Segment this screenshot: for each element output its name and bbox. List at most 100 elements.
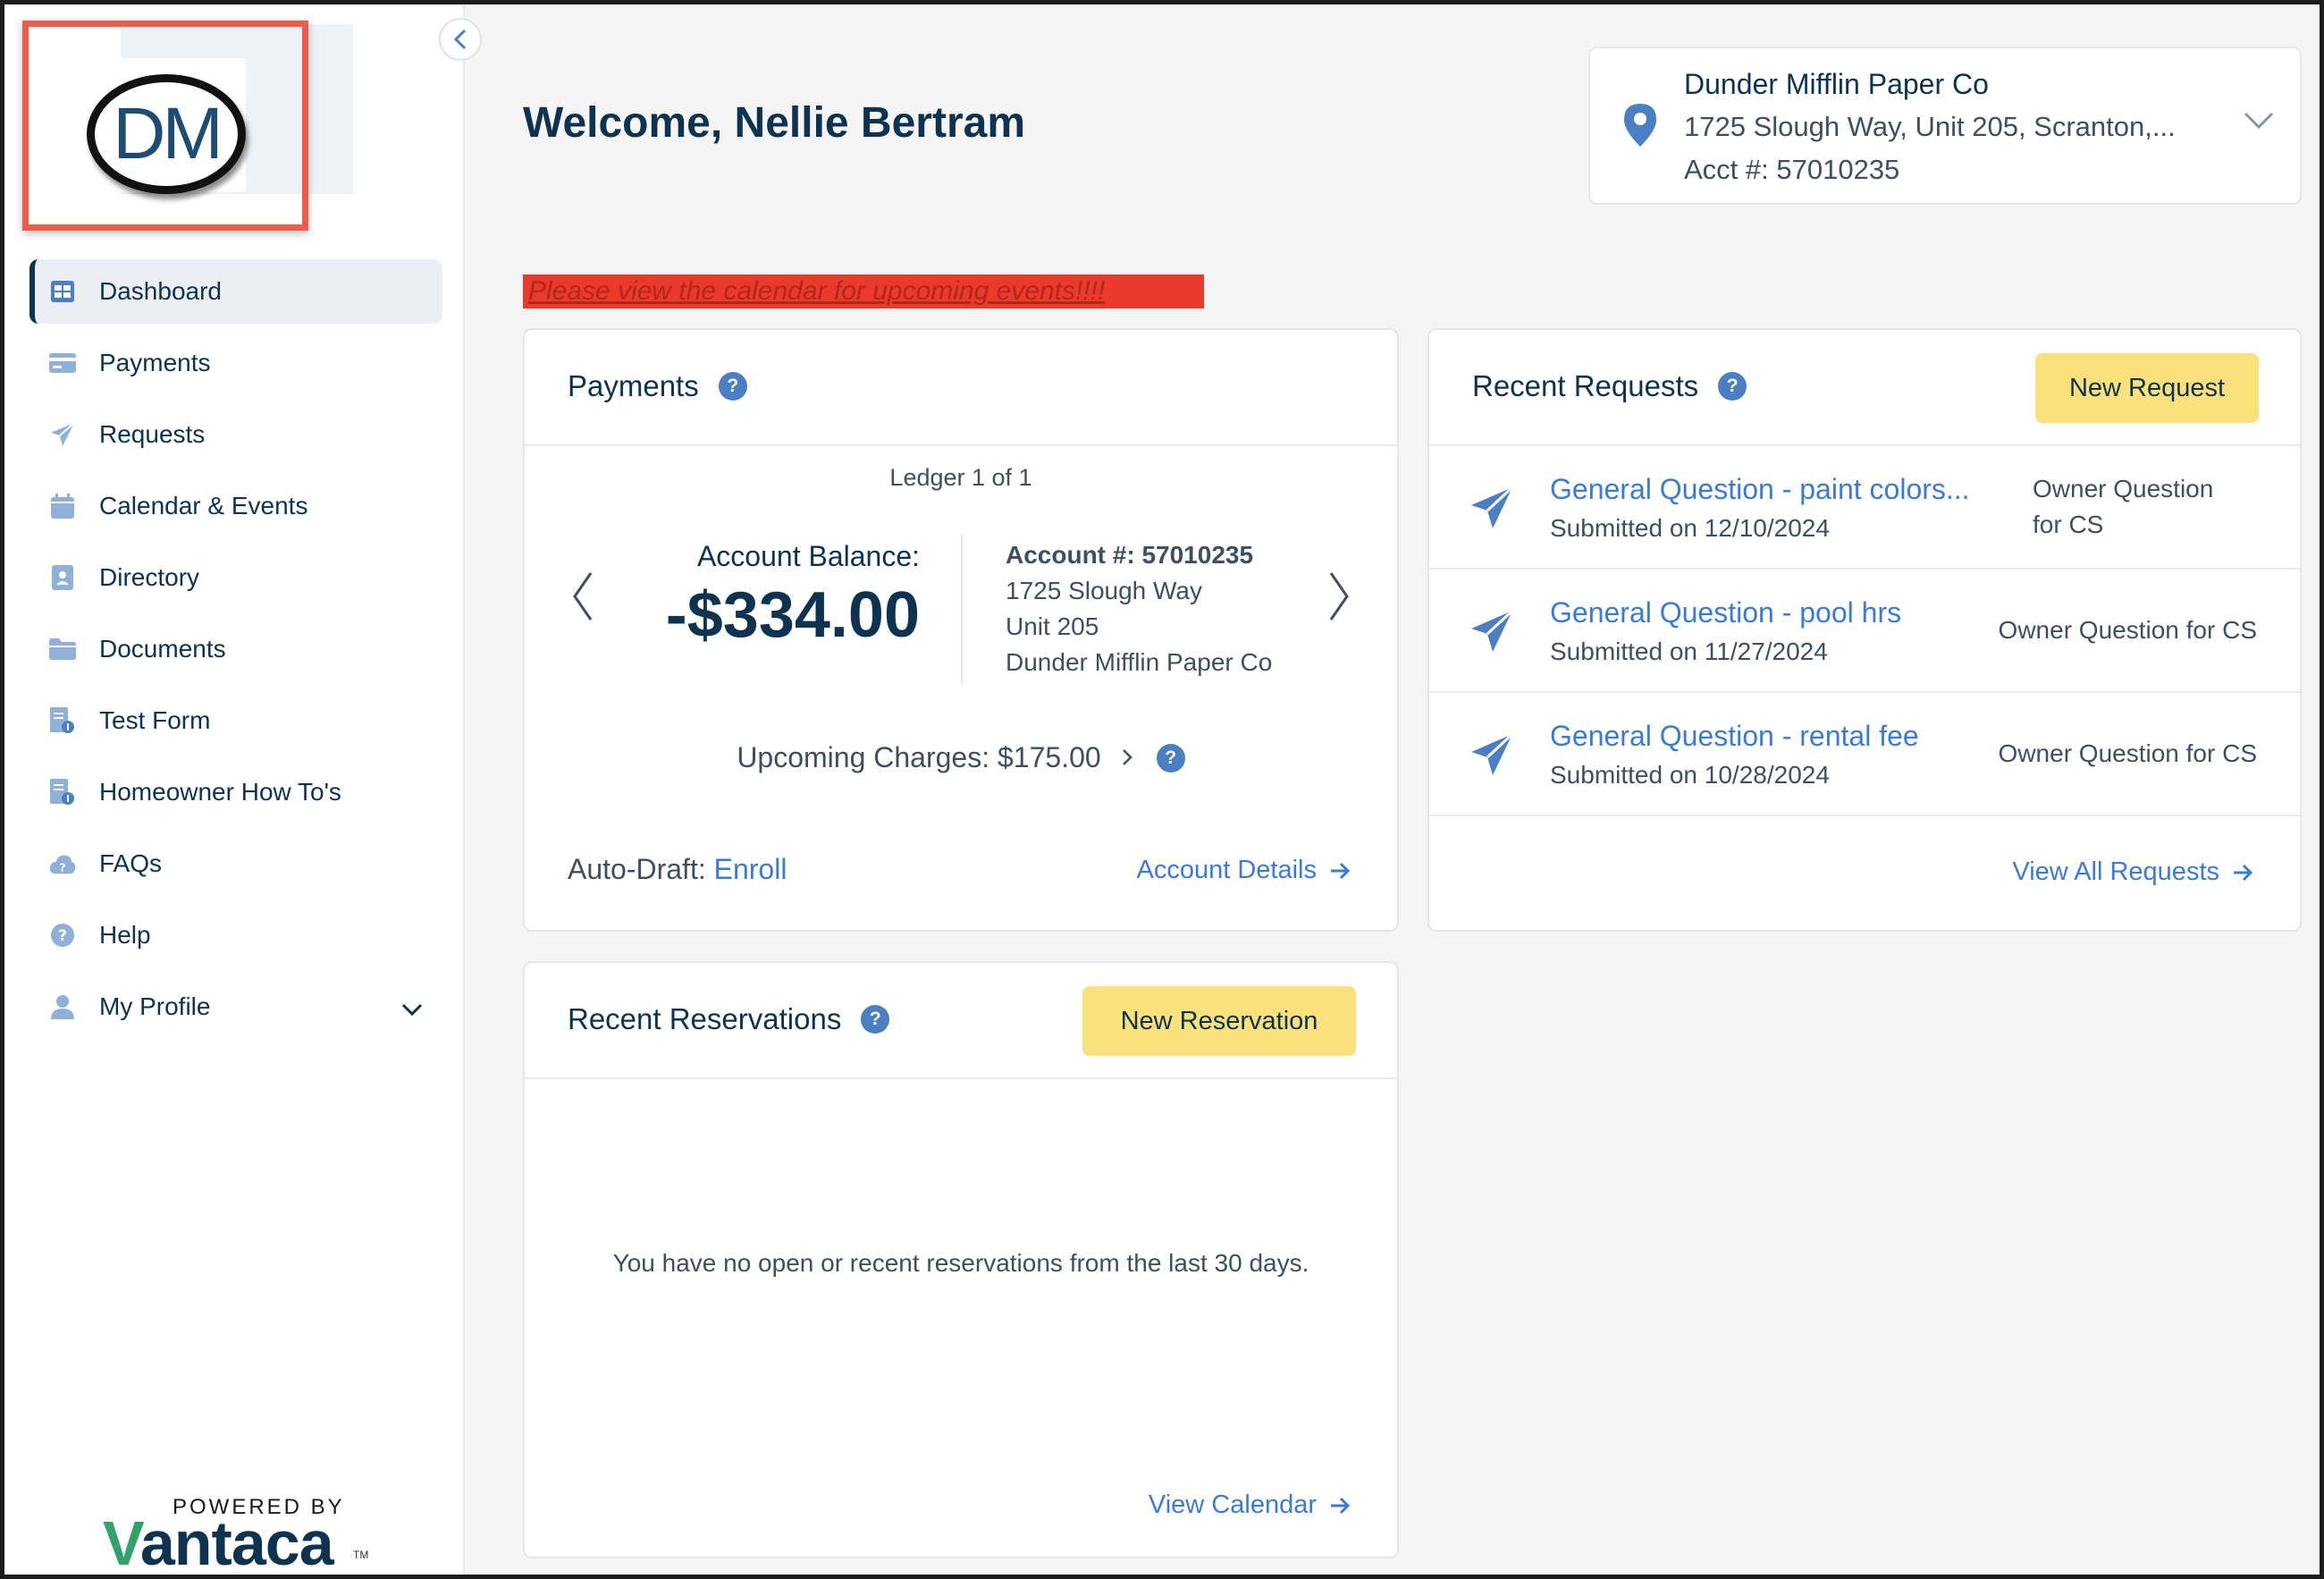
- auto-draft: Auto-Draft: Enroll: [568, 853, 787, 886]
- enroll-link[interactable]: Enroll: [714, 853, 787, 885]
- contact-card-icon: [49, 564, 76, 591]
- sidebar-item-label: Dashboard: [99, 277, 222, 305]
- account-address: 1725 Slough Way, Unit 205, Scranton,...: [1684, 111, 2176, 142]
- arrow-right-icon: [2234, 864, 2253, 881]
- sidebar-item-label: Help: [99, 921, 151, 949]
- account-info-owner: Dunder Mifflin Paper Co: [1006, 648, 1273, 676]
- account-info-number: Account #: 57010235: [1006, 541, 1254, 569]
- sidebar-item-calendar[interactable]: Calendar & Events: [29, 474, 442, 538]
- sidebar-item-label: Homeowner How To's: [99, 778, 341, 806]
- payments-card-header: Payments ?: [525, 330, 1397, 446]
- sidebar-item-label: Directory: [99, 563, 200, 591]
- account-balance-value: -$334.00: [665, 579, 920, 651]
- svg-text:?: ?: [59, 861, 65, 874]
- chevron-down-icon[interactable]: [401, 994, 423, 1023]
- arrow-right-icon: [1331, 862, 1351, 879]
- requests-card-header: Recent Requests ? New Request: [1429, 330, 2300, 446]
- account-number: Acct #: 57010235: [1684, 154, 1900, 185]
- help-icon[interactable]: ?: [718, 372, 747, 401]
- requests-title-text: Recent Requests: [1472, 369, 1699, 402]
- help-icon[interactable]: ?: [1718, 372, 1747, 401]
- collapse-sidebar-button[interactable]: [439, 18, 482, 61]
- sidebar-item-directory[interactable]: Directory: [29, 545, 442, 610]
- sidebar-item-homeowner-how-tos[interactable]: Homeowner How To's: [29, 760, 442, 824]
- account-details-label: Account Details: [1136, 856, 1318, 884]
- sidebar-item-test-form[interactable]: Test Form: [29, 688, 442, 753]
- sidebar-nav: Dashboard Payments Requests Calendar & E…: [29, 259, 442, 1046]
- new-request-button[interactable]: New Request: [2035, 353, 2259, 423]
- sidebar-item-help[interactable]: ? Help: [29, 903, 442, 967]
- request-date: Submitted on 11/27/2024: [1550, 638, 1828, 665]
- reservations-empty-message: You have no open or recent reservations …: [612, 1249, 1309, 1277]
- help-icon[interactable]: ?: [861, 1005, 890, 1034]
- vantaca-logo: POWERED BY Vantaca TM: [103, 1484, 371, 1575]
- request-row[interactable]: General Question - rental fee Submitted …: [1429, 693, 2300, 816]
- account-details-link[interactable]: Account Details: [1137, 856, 1351, 885]
- divider: [961, 534, 963, 684]
- chevron-right-icon: [1121, 741, 1133, 774]
- form-icon: [49, 779, 76, 806]
- form-icon: [49, 707, 76, 734]
- request-category: Owner Question for CS: [1998, 739, 2257, 767]
- account-info: Account #: 57010235 1725 Slough Way Unit…: [1006, 537, 1272, 680]
- paper-plane-icon: [1469, 486, 1514, 535]
- view-calendar-link[interactable]: View Calendar: [1149, 1490, 1351, 1520]
- app-window: DM Dashboard Payments Requests Calendar …: [0, 0, 2324, 1579]
- announcement-banner[interactable]: Please view the calendar for upcoming ev…: [523, 274, 1204, 308]
- request-row[interactable]: General Question - pool hrs Submitted on…: [1429, 570, 2300, 693]
- sidebar-item-label: My Profile: [99, 992, 211, 1020]
- folder-icon: [49, 636, 76, 663]
- sidebar-item-label: Requests: [99, 420, 206, 448]
- sidebar-item-label: FAQs: [99, 849, 163, 877]
- location-pin-icon: [1624, 104, 1656, 151]
- sidebar-item-label: Test Form: [99, 706, 211, 734]
- chevron-down-icon[interactable]: [2243, 111, 2275, 135]
- request-date: Submitted on 12/10/2024: [1550, 514, 1830, 542]
- help-circle-icon: ?: [49, 922, 76, 949]
- upcoming-charges[interactable]: Upcoming Charges: $175.00 ?: [525, 741, 1397, 774]
- new-reservation-button[interactable]: New Reservation: [1082, 986, 1356, 1056]
- dashboard-icon: [49, 278, 76, 305]
- account-selector[interactable]: Dunder Mifflin Paper Co 1725 Slough Way,…: [1588, 46, 2302, 205]
- request-title[interactable]: General Question - paint colors...: [1550, 473, 1970, 506]
- sidebar-item-dashboard[interactable]: Dashboard: [29, 259, 442, 324]
- payments-title-text: Payments: [568, 369, 699, 402]
- ledger-indicator: Ledger 1 of 1: [889, 464, 1032, 491]
- next-ledger-button[interactable]: [1327, 571, 1351, 634]
- request-row[interactable]: General Question - paint colors... Submi…: [1429, 446, 2300, 570]
- page-title: Welcome, Nellie Bertram: [523, 99, 1026, 147]
- view-all-requests-link[interactable]: View All Requests: [2012, 857, 2253, 887]
- request-title[interactable]: General Question - rental fee: [1550, 720, 1919, 753]
- request-date: Submitted on 10/28/2024: [1550, 761, 1830, 789]
- requests-title: Recent Requests ?: [1472, 369, 1747, 403]
- request-category-line2: for CS: [2033, 511, 2104, 538]
- payments-card: Payments ? Ledger 1 of 1 Account Balance…: [523, 328, 1399, 932]
- trademark: TM: [353, 1549, 369, 1561]
- chevron-left-icon: [453, 29, 467, 50]
- view-calendar-label: View Calendar: [1148, 1490, 1317, 1519]
- arrow-right-icon: [1331, 1497, 1351, 1514]
- request-category: Owner Question for CS: [1998, 616, 2257, 644]
- account-info-address1: 1725 Slough Way: [1006, 577, 1202, 604]
- vantaca-wordmark: Vantaca: [103, 1507, 334, 1578]
- recent-reservations-card: Recent Reservations ? New Reservation Yo…: [523, 961, 1399, 1558]
- sidebar-item-label: Payments: [99, 349, 211, 376]
- chevron-right-icon: [1329, 572, 1349, 621]
- sidebar-item-faqs[interactable]: ? FAQs: [29, 832, 442, 896]
- calendar-icon: [49, 493, 76, 519]
- sidebar-item-label: Documents: [99, 635, 226, 663]
- vantaca-v-mark: V: [103, 1508, 141, 1578]
- user-icon: [49, 993, 76, 1020]
- sidebar-item-requests[interactable]: Requests: [29, 402, 442, 467]
- paper-plane-icon: [1469, 609, 1514, 658]
- sidebar-item-my-profile[interactable]: My Profile: [29, 975, 442, 1039]
- payments-title: Payments ?: [568, 369, 747, 403]
- sidebar-item-payments[interactable]: Payments: [29, 331, 442, 395]
- previous-ledger-button[interactable]: [571, 571, 594, 634]
- sidebar-item-documents[interactable]: Documents: [29, 617, 442, 681]
- auto-draft-label: Auto-Draft:: [568, 853, 714, 885]
- help-icon[interactable]: ?: [1156, 743, 1185, 773]
- vantaca-wordmark-rest: antaca: [139, 1508, 334, 1578]
- account-name: Dunder Mifflin Paper Co: [1684, 68, 1989, 100]
- request-title[interactable]: General Question - pool hrs: [1550, 596, 1901, 629]
